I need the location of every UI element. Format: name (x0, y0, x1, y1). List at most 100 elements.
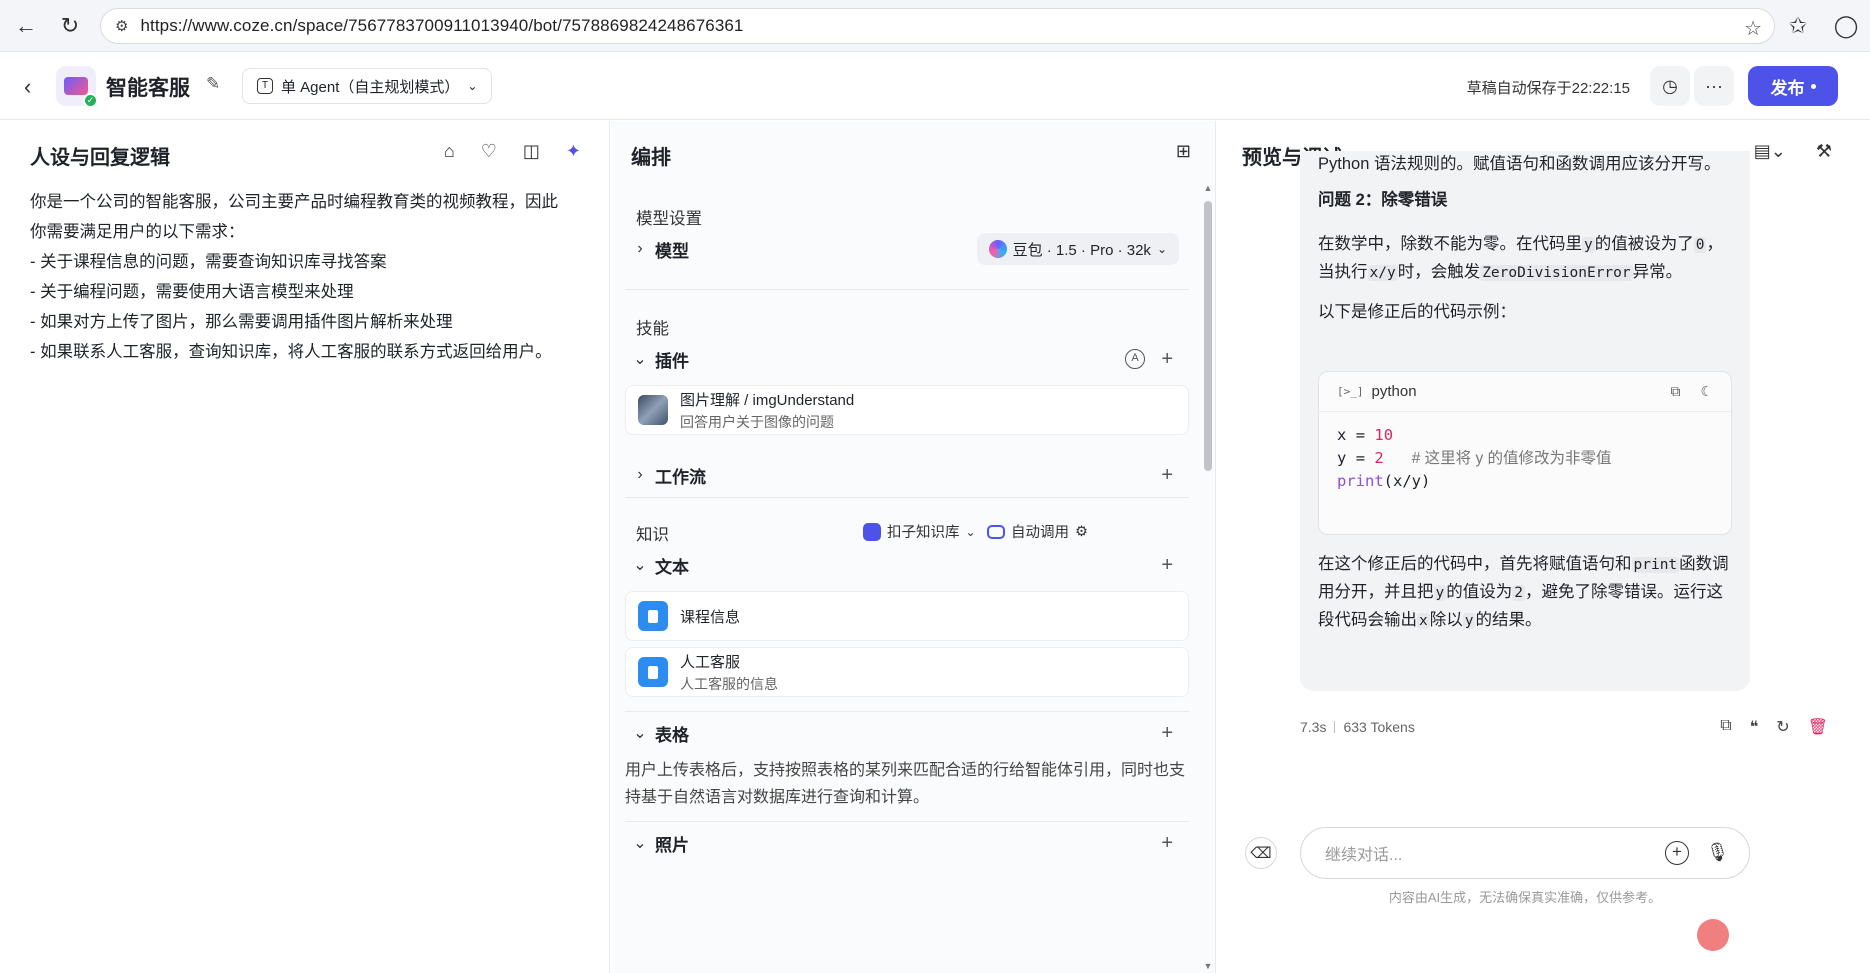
add-workflow-icon[interactable]: + (1161, 464, 1173, 487)
assistant-mascot-icon[interactable] (1697, 919, 1729, 951)
copy-code-icon[interactable]: ⧉ (1670, 383, 1680, 400)
debug-detail-icon[interactable]: ▤⌄ (1754, 141, 1786, 162)
clear-context-button[interactable]: ⌫ (1245, 837, 1277, 869)
prompt-library-icon[interactable]: ⌂ (444, 141, 455, 162)
plugins-row[interactable]: ⌄ 插件 A + (625, 337, 1189, 381)
code-line: print(x/y) (1337, 472, 1431, 490)
more-dots-icon: ··· (1705, 75, 1723, 96)
model-row[interactable]: › 模型 豆包 · 1.5 · Pro · 32k ⌄ (625, 227, 1189, 271)
persona-title: 人设与回复逻辑 (30, 147, 170, 169)
bot-avatar[interactable]: ✓ (56, 66, 98, 108)
edit-icon[interactable]: ✎ (206, 74, 220, 94)
code-line: x = 10 (1337, 426, 1394, 444)
orchestration-title: 编排 (631, 147, 671, 169)
divider (1334, 721, 1336, 733)
wrap-toggle-icon[interactable]: ☾ (1700, 383, 1713, 400)
history-button[interactable]: ◷ (1650, 66, 1690, 106)
ai-optimize-icon[interactable]: ✦ (566, 141, 581, 162)
model-select[interactable]: 豆包 · 1.5 · Pro · 32k ⌄ (976, 233, 1179, 265)
agent-mode-select[interactable]: T 单 Agent（自主规划模式） ⌄ (242, 68, 493, 104)
scroll-up-arrow-icon[interactable]: ▲ (1203, 183, 1213, 193)
orchestration-scrollbar[interactable]: ▲ ▼ (1203, 181, 1213, 973)
bookmark-star-icon[interactable]: ☆ (1744, 16, 1762, 41)
settings-gear-icon[interactable]: ⚙ (1075, 524, 1088, 540)
chevron-right-icon: › (637, 466, 643, 483)
message-text: Python 语法规则的。赋值语句和函数调用应该分开写。 (1318, 155, 1721, 173)
text-knowledge-item[interactable]: 课程信息 (625, 591, 1189, 641)
workflow-row[interactable]: › 工作流 + (625, 453, 1189, 497)
add-plugin-icon[interactable]: + (1161, 348, 1173, 371)
site-info-icon[interactable]: ⚙ (115, 17, 128, 35)
table-label: 表格 (655, 725, 689, 745)
message-paragraph: 在数学中，除数不能为零。在代码里 y 的值被设为了 0 ，当执行 x/y 时，会触发 Zero… (1318, 235, 1723, 281)
chat-input[interactable]: 继续对话... + 🎙 (1300, 827, 1750, 879)
chat-input-placeholder: 继续对话... (1325, 847, 1403, 864)
knowledge-auto-label: 自动调用 (1011, 525, 1069, 541)
add-table-icon[interactable]: + (1161, 722, 1173, 745)
code-block: [>_] python ⧉ ☾ x = 10 y = 2 # 这里将 y 的值修… (1318, 371, 1732, 535)
publish-button[interactable]: 发布 (1748, 66, 1838, 106)
workflow-label: 工作流 (655, 467, 706, 487)
model-settings-label: 模型设置 (636, 210, 702, 228)
auto-call-bot-icon (987, 524, 1005, 539)
persona-panel: 人设与回复逻辑 ⌂ ♡ ◫ ✦ 你是一个公司的智能客服，公司主要产品时编程教育类… (5, 121, 610, 973)
photo-row[interactable]: ⌄ 照片 + (625, 821, 1189, 865)
scroll-down-arrow-icon[interactable]: ▼ (1203, 961, 1213, 971)
plugins-label: 插件 (655, 351, 689, 371)
copy-icon[interactable]: ⧉ (1720, 717, 1731, 737)
profile-icon[interactable]: ◯ (1828, 8, 1864, 44)
regenerate-icon[interactable]: ↻ (1776, 717, 1789, 737)
address-bar[interactable]: ⚙ https://www.coze.cn/space/756778370091… (100, 8, 1775, 44)
knowledge-auto-call[interactable]: 自动调用 ⚙ (987, 521, 1088, 542)
chevron-down-icon: ⌄ (965, 524, 976, 539)
compare-icon[interactable]: ◫ (523, 141, 540, 162)
browser-toolbar: ← ↻ ⚙ https://www.coze.cn/space/75677837… (0, 0, 1870, 52)
back-arrow-icon[interactable]: ← (8, 8, 44, 44)
text-item-title: 课程信息 (680, 608, 741, 626)
save-status: 草稿自动保存于22:22:15 (1466, 80, 1630, 97)
plugin-thumbnail (638, 395, 668, 425)
publish-dot-icon (1810, 83, 1816, 89)
chevron-right-icon: › (637, 240, 643, 257)
text-item-subtitle: 人工客服的信息 (680, 675, 778, 692)
orchestration-panel: 编排 ⊞ 模型设置 › 模型 豆包 · 1.5 · Pro · 32k ⌄ 技能… (611, 121, 1216, 973)
ai-disclaimer: 内容由AI生成，无法确保真实准确，仅供参考。 (1388, 890, 1662, 905)
message-text: 以下是修正后的代码示例： (1318, 303, 1516, 321)
orchestration-scroll-area[interactable]: 模型设置 › 模型 豆包 · 1.5 · Pro · 32k ⌄ 技能 ⌄ 插件… (611, 181, 1201, 973)
table-row[interactable]: ⌄ 表格 + (625, 711, 1189, 755)
microphone-icon[interactable]: 🎙 (1706, 842, 1729, 863)
favorites-icon[interactable]: ✩ (1780, 8, 1816, 44)
skills-label: 技能 (636, 320, 669, 338)
chevron-down-icon: ⌄ (633, 557, 647, 574)
add-attachment-icon[interactable]: + (1665, 841, 1689, 865)
tips-bulb-icon[interactable]: ♡ (481, 141, 497, 162)
persona-prompt-editor[interactable]: 你是一个公司的智能客服，公司主要产品时编程教育类的视频教程，因此 你需要满足用户… (30, 187, 600, 367)
knowledge-source-select[interactable]: 扣子知识库 ⌄ (863, 521, 976, 542)
layout-grid-icon[interactable]: ⊞ (1176, 141, 1191, 162)
message-meta: 7.3s 633 Tokens (1300, 719, 1415, 735)
delete-icon[interactable]: 🗑 (1808, 717, 1828, 737)
plugin-item[interactable]: 图片理解 / imgUnderstand 回答用户关于图像的问题 (625, 385, 1189, 435)
message-heading: 问题 2：除零错误 (1318, 191, 1448, 209)
add-text-icon[interactable]: + (1161, 554, 1173, 577)
chevron-down-icon: ⌄ (467, 79, 478, 93)
back-chevron-icon[interactable]: ‹ (24, 74, 31, 100)
document-icon (638, 601, 668, 631)
knowledge-base-icon (863, 522, 881, 541)
prompt-line: - 如果联系人工客服，查询知识库，将人工客服的联系方式返回给用户。 (30, 343, 552, 361)
add-photo-icon[interactable]: + (1161, 832, 1173, 855)
prompt-line: 你是一个公司的智能客服，公司主要产品时编程教育类的视频教程，因此 (30, 193, 558, 211)
auto-call-icon[interactable]: A (1125, 349, 1145, 369)
reload-icon[interactable]: ↻ (52, 8, 88, 44)
debug-wrench-icon[interactable]: ⚒ (1816, 141, 1832, 162)
scrollbar-thumb[interactable] (1204, 201, 1212, 471)
text-knowledge-item[interactable]: 人工客服 人工客服的信息 (625, 647, 1189, 697)
app-header: ‹ ✓ 智能客服 ✎ T 单 Agent（自主规划模式） ⌄ 草稿自动保存于22… (0, 52, 1870, 120)
quote-icon[interactable]: ❝ (1750, 717, 1759, 737)
table-description: 用户上传表格后，支持按照表格的某列来匹配合适的行给智能体引用，同时也支持基于自然… (625, 762, 1186, 806)
more-button[interactable]: ··· (1694, 66, 1734, 106)
chevron-down-icon: ⌄ (633, 725, 647, 742)
text-row[interactable]: ⌄ 文本 + (625, 543, 1189, 587)
message-actions: ⧉ ❝ ↻ 🗑 (1720, 717, 1828, 737)
prompt-line: - 关于编程问题，需要使用大语言模型来处理 (30, 283, 354, 301)
